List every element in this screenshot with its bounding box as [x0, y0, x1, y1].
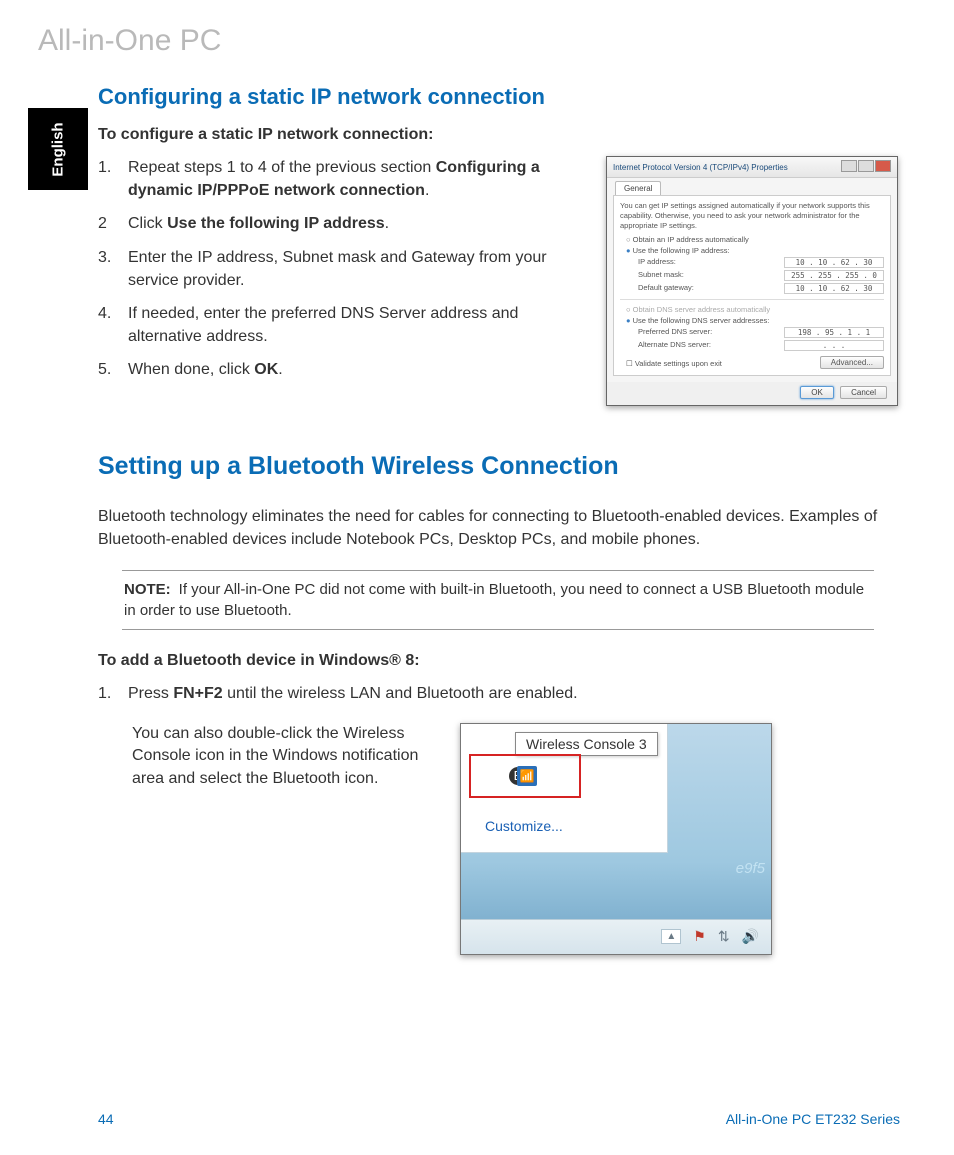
static-ip-steps: 1.Repeat steps 1 to 4 of the previous se… [98, 156, 594, 382]
gateway-label: Default gateway: [638, 283, 694, 294]
step-item: 2Click Use the following IP address. [98, 212, 594, 235]
static-ip-heading: Configuring a static IP network connecti… [98, 84, 898, 110]
radio-obtain-dns-auto: Obtain DNS server address automatically [626, 305, 884, 314]
bt-add-heading: To add a Bluetooth device in Windows® 8: [98, 652, 898, 670]
page-number: 44 [98, 1111, 114, 1127]
tray-network-icon: ⇅ [718, 928, 730, 945]
note-box: NOTE:If your All-in-One PC did not come … [122, 570, 874, 630]
step-item: 5.When done, click OK. [98, 358, 594, 381]
wifi-icon: 📶 [517, 766, 537, 786]
static-ip-intro: To configure a static IP network connect… [98, 126, 898, 144]
system-tray: ▲ ⚑ ⇅ 🔊 [461, 919, 771, 954]
product-line-header: All-in-One PC [38, 24, 221, 58]
pref-dns-label: Preferred DNS server: [638, 327, 712, 338]
radio-use-following-dns: Use the following DNS server addresses: [626, 316, 884, 325]
alt-dns-value: . . . [784, 340, 884, 351]
desktop-text-fragment: e9f5 [736, 860, 765, 877]
alt-dns-label: Alternate DNS server: [638, 340, 711, 351]
wireless-console-screenshot: Wireless Console 3 📶 B Customize... e9f5… [460, 723, 772, 955]
dialog-title-text: Internet Protocol Version 4 (TCP/IPv4) P… [613, 163, 788, 172]
subnet-mask-label: Subnet mask: [638, 270, 684, 281]
step-item: 3.Enter the IP address, Subnet mask and … [98, 246, 594, 292]
tooltip-wireless-console: Wireless Console 3 [515, 732, 658, 756]
dialog-footer: OK Cancel [607, 382, 897, 405]
console-hint-text: You can also double-click the Wireless C… [98, 723, 442, 790]
note-text: If your All-in-One PC did not come with … [124, 581, 864, 619]
step-item: 1.Repeat steps 1 to 4 of the previous se… [98, 156, 594, 202]
gateway-value: 10 . 10 . 62 . 30 [784, 283, 884, 294]
dialog-description: You can get IP settings assigned automat… [620, 201, 884, 230]
radio-use-following-ip: Use the following IP address: [626, 246, 884, 255]
ok-button: OK [800, 386, 834, 399]
advanced-button: Advanced... [820, 356, 884, 369]
bt-step1-num: 1. [98, 682, 128, 705]
dialog-tabs: General [607, 178, 897, 195]
ip-address-value: 10 . 10 . 62 . 30 [784, 257, 884, 268]
series-label: All-in-One PC ET232 Series [726, 1111, 900, 1127]
ip-address-label: IP address: [638, 257, 676, 268]
window-buttons [840, 160, 891, 174]
highlight-box: 📶 B [469, 754, 581, 798]
tab-general: General [615, 181, 661, 195]
bluetooth-heading: Setting up a Bluetooth Wireless Connecti… [98, 452, 898, 481]
ipv4-dialog-screenshot: Internet Protocol Version 4 (TCP/IPv4) P… [606, 156, 898, 406]
bt-step1-text: Press FN+F2 until the wireless LAN and B… [128, 682, 898, 705]
validate-checkbox: Validate settings upon exit [626, 359, 722, 368]
pref-dns-value: 198 . 95 . 1 . 1 [784, 327, 884, 338]
customize-link: Customize... [485, 818, 563, 834]
tray-volume-icon: 🔊 [742, 928, 759, 945]
dialog-title-bar: Internet Protocol Version 4 (TCP/IPv4) P… [607, 157, 897, 178]
note-label: NOTE: [124, 581, 171, 598]
radio-obtain-ip-auto: Obtain an IP address automatically [626, 235, 884, 244]
cancel-button: Cancel [840, 386, 887, 399]
language-tab-label: English [49, 122, 66, 176]
subnet-mask-value: 255 . 255 . 255 . 0 [784, 270, 884, 281]
bluetooth-intro: Bluetooth technology eliminates the need… [98, 505, 898, 551]
bt-steps: 1. Press FN+F2 until the wireless LAN an… [98, 682, 898, 705]
tray-flag-icon: ⚑ [693, 928, 706, 945]
tray-overflow-icon: ▲ [661, 929, 681, 944]
step-item: 4.If needed, enter the preferred DNS Ser… [98, 302, 594, 348]
language-tab: English [28, 108, 88, 190]
